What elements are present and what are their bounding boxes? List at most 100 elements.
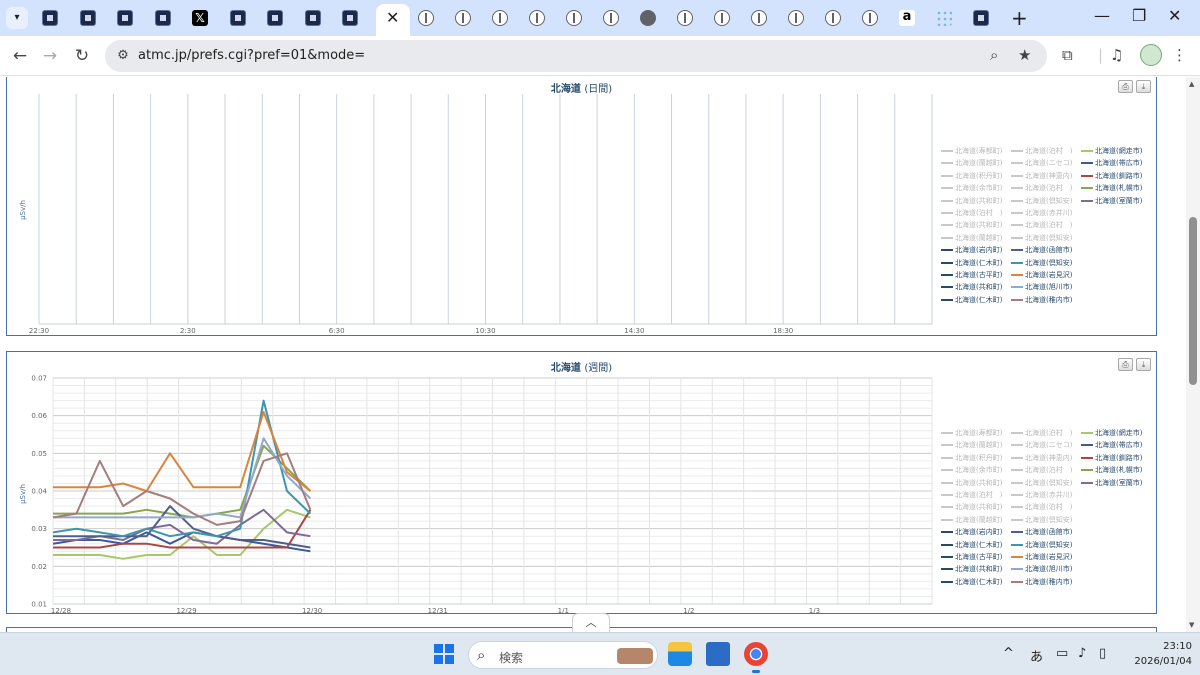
browser-tab[interactable] [416,8,436,28]
legend-item[interactable]: 北海道(泊村 ) [1011,502,1072,513]
browser-tab[interactable] [971,8,991,28]
reload-button[interactable]: ↻ [70,44,94,68]
clock[interactable]: 23:10 2026/01/04 [1118,639,1192,669]
profile-avatar[interactable] [1140,44,1162,66]
legend-item[interactable]: 北海道(仁木町) [941,540,1002,551]
taskbar-search[interactable]: ⌕ 検索 [468,641,658,669]
battery-icon[interactable]: ▯ [1099,646,1106,661]
browser-tab[interactable] [749,8,769,28]
scroll-up-arrow-icon[interactable]: ▲ [1189,80,1194,88]
page-scrollbar[interactable]: ▲ ▼ [1186,77,1200,632]
close-window-icon[interactable]: ✕ [1168,6,1181,25]
browser-tab[interactable] [934,8,954,28]
restore-icon[interactable]: ❐ [1132,6,1146,25]
browser-tab[interactable] [78,8,98,28]
browser-tab[interactable] [303,8,323,28]
scroll-up-handle[interactable]: ︿ [572,613,610,633]
legend-item[interactable]: 北海道(泊村 ) [941,208,1002,219]
legend-item[interactable]: 北海道(寿都町) [941,428,1002,439]
legend-item[interactable]: 北海道(稚内市) [1011,295,1072,306]
legend-item[interactable]: 北海道(泊村 ) [941,490,1002,501]
legend-item[interactable]: 北海道(倶知安) [1011,233,1072,244]
site-settings-icon[interactable]: ⚙ [113,46,133,66]
legend-item[interactable]: 北海道(共和町) [941,502,1002,513]
legend-item[interactable]: 北海道(岩内町) [941,245,1002,256]
legend-item[interactable]: 北海道(蘭越町) [941,158,1002,169]
legend-item[interactable]: 北海道(ニセコ) [1011,158,1072,169]
legend-item[interactable]: 北海道(共和町) [941,220,1002,231]
legend-item[interactable]: 北海道(余市町) [941,465,1002,476]
legend-item[interactable]: 北海道(室蘭市) [1081,196,1142,207]
browser-tab[interactable] [527,8,547,28]
legend-item[interactable]: 北海道(岩内町) [941,527,1002,538]
legend-item[interactable]: 北海道(赤井川) [1011,208,1072,219]
browser-tab[interactable] [823,8,843,28]
tray-overflow-icon[interactable]: ^ [1003,646,1014,661]
volume-icon[interactable]: ♪ [1078,646,1086,661]
legend-item[interactable]: 北海道(共和町) [941,196,1002,207]
legend-item[interactable]: 北海道(倶知安) [1011,258,1072,269]
legend-item[interactable]: 北海道(札幌市) [1081,465,1142,476]
legend-item[interactable]: 北海道(古平町) [941,270,1002,281]
media-controls-icon[interactable]: ♫ [1110,46,1123,64]
legend-item[interactable]: 北海道(室蘭市) [1081,478,1142,489]
close-tab-icon[interactable]: ✕ [386,8,399,28]
legend-item[interactable]: 北海道(蘭越町) [941,515,1002,526]
zoom-icon[interactable]: ⌕ [990,46,998,64]
legend-item[interactable]: 北海道(旭川市) [1011,564,1072,575]
browser-tab[interactable] [675,8,695,28]
back-button[interactable]: ← [8,44,32,68]
legend-item[interactable]: 北海道(岩見沢) [1011,270,1072,281]
bookmark-star-icon[interactable]: ★ [1018,46,1031,64]
legend-item[interactable]: 北海道(赤井川) [1011,490,1072,501]
browser-tab[interactable] [115,8,135,28]
legend-item[interactable]: 北海道(余市町) [941,183,1002,194]
tab-search-button[interactable]: ▾ [6,7,28,29]
file-explorer-icon[interactable] [668,642,692,666]
legend-item[interactable]: 北海道(釧路市) [1081,453,1142,464]
legend-item[interactable]: 北海道(倶知安) [1011,196,1072,207]
network-icon[interactable]: ▭ [1056,646,1068,661]
browser-tab[interactable]: a [897,8,917,28]
legend-item[interactable]: 北海道(岩見沢) [1011,552,1072,563]
legend-item[interactable]: 北海道(仁木町) [941,258,1002,269]
browser-tab[interactable]: 𝕏 [190,8,210,28]
legend-item[interactable]: 北海道(旭川市) [1011,282,1072,293]
new-tab-button[interactable]: + [1011,6,1028,30]
legend-item[interactable]: 北海道(帯広市) [1081,158,1142,169]
legend-item[interactable]: 北海道(神恵内) [1011,171,1072,182]
browser-tab[interactable] [490,8,510,28]
legend-item[interactable]: 北海道(古平町) [941,552,1002,563]
legend-item[interactable]: 北海道(积丹町) [941,453,1002,464]
scroll-down-arrow-icon[interactable]: ▼ [1189,621,1194,629]
browser-tab[interactable] [453,8,473,28]
legend-item[interactable]: 北海道(泊村 ) [1011,428,1072,439]
legend-item[interactable]: 北海道(網走市) [1081,428,1142,439]
legend-item[interactable]: 北海道(函館市) [1011,527,1072,538]
legend-item[interactable]: 北海道(共和町) [941,564,1002,575]
legend-item[interactable]: 北海道(稚内市) [1011,577,1072,588]
legend-item[interactable]: 北海道(倶知安) [1011,478,1072,489]
address-bar[interactable]: ⚙ atmc.jp/prefs.cgi?pref=01&mode= ⌕ ★ [105,40,1047,72]
legend-item[interactable]: 北海道(網走市) [1081,146,1142,157]
notepad-icon[interactable] [706,642,730,666]
browser-tab[interactable] [564,8,584,28]
legend-item[interactable]: 北海道(寿都町) [941,146,1002,157]
browser-tab[interactable] [601,8,621,28]
legend-item[interactable]: 北海道(泊村 ) [1011,146,1072,157]
legend-item[interactable]: 北海道(帯広市) [1081,440,1142,451]
browser-tab[interactable] [638,8,658,28]
legend-item[interactable]: 北海道(ニセコ) [1011,440,1072,451]
legend-item[interactable]: 北海道(仁木町) [941,577,1002,588]
legend-item[interactable]: 北海道(泊村 ) [1011,465,1072,476]
legend-item[interactable]: 北海道(倶知安) [1011,540,1072,551]
legend-item[interactable]: 北海道(仁木町) [941,295,1002,306]
browser-tab[interactable] [340,8,360,28]
legend-item[interactable]: 北海道(神恵内) [1011,453,1072,464]
browser-tab[interactable] [228,8,248,28]
scrollbar-thumb[interactable] [1189,217,1197,385]
legend-item[interactable]: 北海道(函館市) [1011,245,1072,256]
legend-item[interactable]: 北海道(蘭越町) [941,440,1002,451]
chrome-icon[interactable] [744,642,768,673]
url-text[interactable]: atmc.jp/prefs.cgi?pref=01&mode= [138,48,365,63]
